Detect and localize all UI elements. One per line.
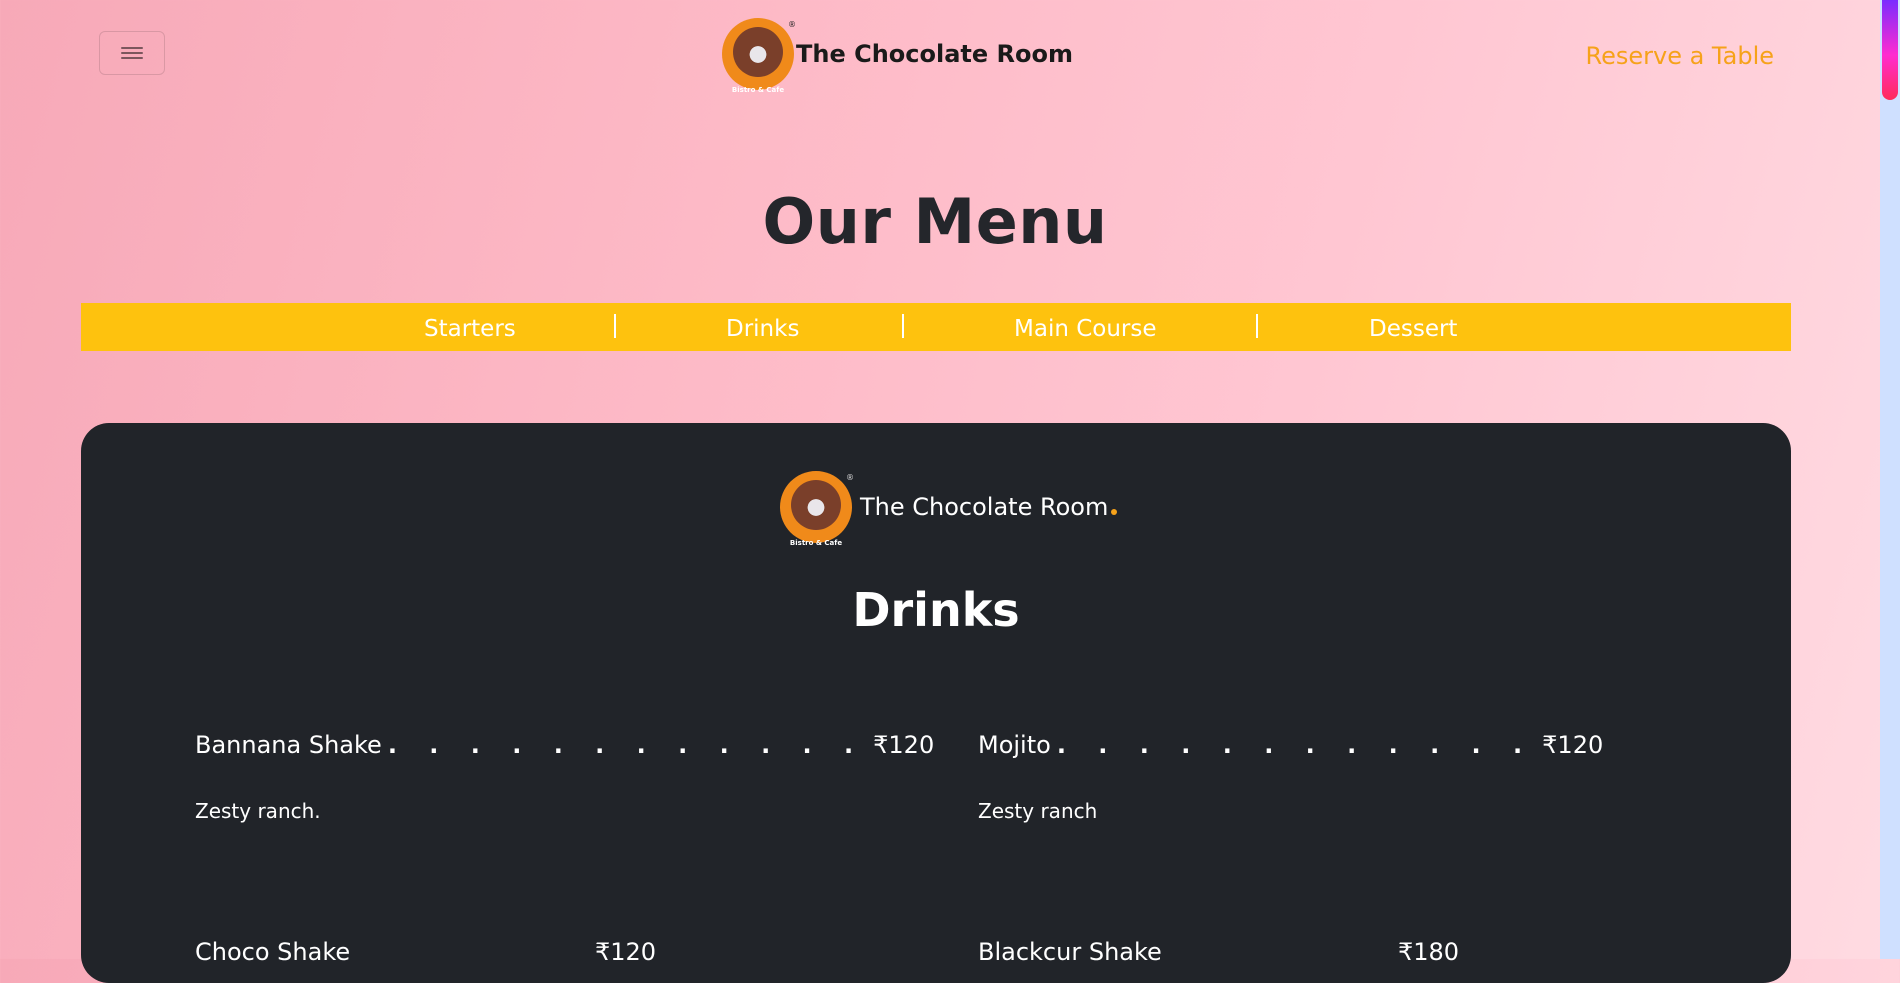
menu-toggle-button[interactable]: [99, 31, 165, 75]
section-title: Drinks: [852, 583, 1020, 637]
tab-divider: [614, 314, 616, 338]
tab-divider: [902, 314, 904, 338]
brand-dot: [1111, 509, 1118, 515]
logo-subtitle: Bistro & Cafe: [731, 86, 785, 94]
item-price: ₹120: [873, 731, 935, 759]
tab-divider: [1256, 314, 1258, 338]
brand-link[interactable]: ® Bistro & Cafe The Chocolate Room: [722, 16, 1073, 94]
menu-item: Choco Shake ₹120: [195, 938, 656, 966]
card-brand-name: The Chocolate Room: [860, 493, 1109, 521]
item-name: Choco Shake: [195, 938, 351, 966]
logo-subtitle: Bistro & Cafe: [789, 539, 843, 547]
item-dots: . . . . . . . . . . . .: [1056, 731, 1535, 759]
tab-dessert[interactable]: Dessert: [1369, 316, 1457, 342]
tab-starters[interactable]: Starters: [424, 316, 516, 342]
tab-drinks[interactable]: Drinks: [726, 316, 799, 342]
scrollbar-thumb[interactable]: [1882, 0, 1898, 100]
card-logo: ® Bistro & Cafe: [780, 471, 854, 547]
page: ® Bistro & Cafe The Chocolate Room Reser…: [0, 0, 1880, 983]
reserve-table-link[interactable]: Reserve a Table: [1586, 42, 1775, 70]
logo-registered-mark: ®: [846, 473, 854, 482]
logo-registered-mark: ®: [788, 20, 796, 29]
item-price: ₹120: [1542, 731, 1604, 759]
menu-category-tabs: Starters Drinks Main Course Dessert: [81, 303, 1791, 351]
hamburger-icon: [121, 47, 143, 59]
item-price: ₹180: [1398, 938, 1460, 966]
menu-card: ® Bistro & Cafe The Chocolate Room Drink…: [81, 423, 1791, 983]
item-price: ₹120: [595, 938, 657, 966]
item-description: Zesty ranch.: [195, 799, 321, 823]
item-name: Bannana Shake: [195, 731, 382, 759]
item-name: Mojito: [978, 731, 1051, 759]
page-title: Our Menu: [762, 185, 1108, 258]
brand-name: The Chocolate Room: [796, 40, 1073, 68]
menu-item: Blackcur Shake ₹180: [978, 938, 1459, 966]
menu-item: Bannana Shake . . . . . . . . . . . . ₹1…: [195, 731, 934, 823]
item-dots: . . . . . . . . . . . .: [387, 731, 866, 759]
tab-main-course[interactable]: Main Course: [1014, 316, 1157, 342]
page-scrollbar[interactable]: [1880, 0, 1900, 959]
card-brand: ® Bistro & Cafe The Chocolate Room: [780, 471, 1118, 547]
brand-logo: ® Bistro & Cafe: [722, 18, 796, 94]
menu-item: Mojito . . . . . . . . . . . . ₹120 Zest…: [978, 731, 1603, 823]
item-name: Blackcur Shake: [978, 938, 1162, 966]
item-description: Zesty ranch: [978, 799, 1098, 823]
navbar: ® Bistro & Cafe The Chocolate Room Reser…: [0, 0, 1880, 110]
